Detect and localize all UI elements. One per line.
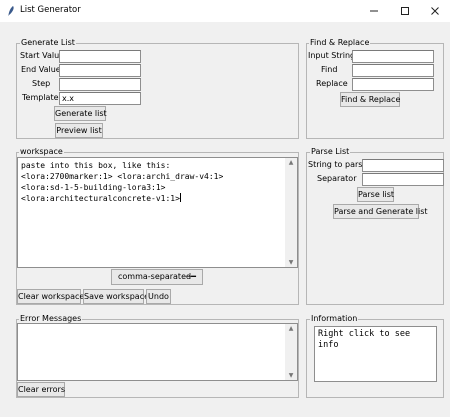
find-replace-button[interactable]: Find & Replace — [340, 92, 400, 107]
close-button[interactable] — [420, 0, 450, 22]
scroll-down-icon[interactable]: ▼ — [285, 259, 297, 266]
maximize-button[interactable] — [390, 0, 420, 22]
parse-list-button[interactable]: Parse list — [357, 187, 394, 202]
separator-option-value: comma-separated — [118, 272, 192, 281]
scroll-up-icon[interactable]: ▲ — [285, 159, 297, 166]
workspace-textarea[interactable]: paste into this box, like this: <lora:27… — [17, 157, 298, 268]
information-line: info — [318, 340, 339, 350]
error-messages-scrollbar[interactable]: ▲ ▼ — [285, 324, 297, 380]
separator-label: Separator — [317, 174, 357, 183]
clear-workspace-button[interactable]: Clear workspace — [17, 289, 84, 304]
string-to-parse-label: String to parse — [308, 160, 368, 169]
input-string-input[interactable] — [352, 50, 434, 63]
feather-icon — [8, 6, 14, 16]
generate-list-legend: Generate List — [20, 38, 76, 48]
information-textarea[interactable]: Right click to see info — [314, 326, 437, 382]
maximize-icon — [401, 7, 409, 15]
undo-button[interactable]: Undo — [146, 289, 171, 304]
replace-label: Replace — [316, 79, 348, 88]
template-input[interactable]: x.x — [59, 92, 141, 105]
find-label: Find — [321, 65, 338, 74]
workspace-scrollbar[interactable]: ▲ ▼ — [285, 158, 297, 267]
start-value-input[interactable] — [59, 50, 141, 63]
workspace-line: <lora:architecturalconcrete-v1:1> — [21, 194, 180, 203]
replace-input[interactable] — [352, 78, 434, 91]
option-menu-icon: ─━ — [186, 272, 196, 281]
preview-list-button[interactable]: Preview list — [55, 123, 103, 138]
find-replace-legend: Find & Replace — [309, 38, 371, 48]
template-label: Template — [22, 93, 59, 102]
window-title: List Generator — [20, 5, 81, 15]
step-label: Step — [32, 79, 51, 88]
step-input[interactable] — [59, 78, 141, 91]
parse-list-legend: Parse List — [310, 147, 351, 157]
workspace-legend: workspace — [19, 147, 64, 157]
parse-and-generate-button[interactable]: Parse and Generate list — [333, 204, 428, 219]
find-input[interactable] — [352, 64, 434, 77]
end-value-input[interactable] — [59, 64, 141, 77]
scroll-down-icon[interactable]: ▼ — [285, 372, 297, 379]
save-workspace-button[interactable]: Save workspace — [83, 289, 149, 304]
workspace-line: <lora:sd-1-5-building-lora3:1> — [21, 183, 166, 192]
start-value-label: Start Value — [20, 51, 65, 60]
information-line: Right click to see — [318, 329, 411, 339]
clear-errors-button[interactable]: Clear errors — [17, 382, 65, 397]
separator-option-menu[interactable]: comma-separated ─━ — [111, 269, 203, 285]
close-icon — [431, 7, 439, 15]
error-messages-textarea[interactable] — [17, 323, 298, 381]
workspace-line: paste into this box, like this: — [21, 161, 171, 170]
minimize-icon — [370, 10, 378, 12]
separator-input[interactable] — [362, 173, 444, 186]
scroll-up-icon[interactable]: ▲ — [285, 325, 297, 332]
generate-list-button[interactable]: Generate list — [54, 106, 107, 121]
end-value-label: End Value — [21, 65, 61, 74]
minimize-button[interactable] — [359, 0, 389, 22]
information-legend: Information — [310, 314, 359, 324]
workspace-line: <lora:2700marker:1> <lora:archi_draw-v4:… — [21, 172, 224, 181]
input-string-label: Input String — [308, 51, 356, 60]
string-to-parse-input[interactable] — [362, 159, 444, 172]
text-cursor — [179, 193, 181, 202]
